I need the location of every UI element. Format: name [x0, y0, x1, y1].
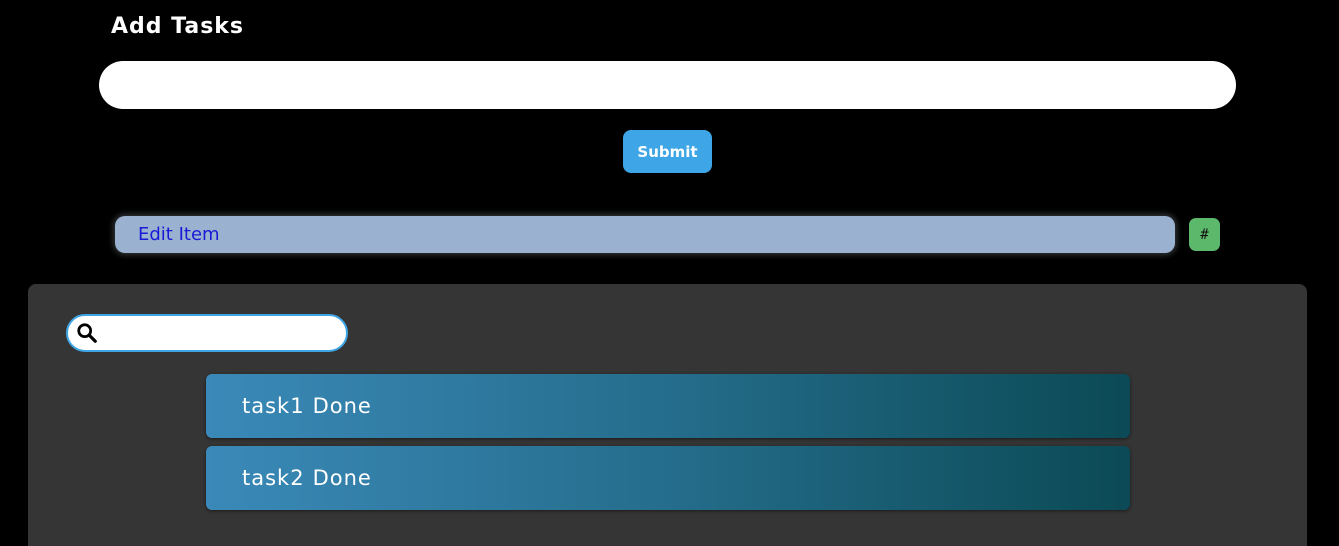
- task-name: task2: [242, 466, 305, 490]
- task-name: task1: [242, 394, 305, 418]
- task-panel: task1 Done task2 Done: [28, 284, 1307, 546]
- task-list: task1 Done task2 Done: [206, 374, 1130, 518]
- task-item-1[interactable]: task1 Done: [206, 374, 1130, 438]
- search-input[interactable]: [104, 318, 344, 350]
- hash-button[interactable]: #: [1189, 218, 1220, 251]
- task-status: Done: [312, 466, 372, 490]
- page-title: Add Tasks: [111, 14, 245, 39]
- submit-button[interactable]: Submit: [623, 130, 712, 173]
- search-icon: [77, 323, 97, 343]
- search-box[interactable]: [66, 314, 348, 352]
- add-task-input[interactable]: [99, 61, 1236, 109]
- task-item-2[interactable]: task2 Done: [206, 446, 1130, 510]
- page: Add Tasks Submit # task1 Done task2 Done: [0, 0, 1339, 546]
- edit-item-input[interactable]: [115, 216, 1175, 253]
- task-status: Done: [312, 394, 372, 418]
